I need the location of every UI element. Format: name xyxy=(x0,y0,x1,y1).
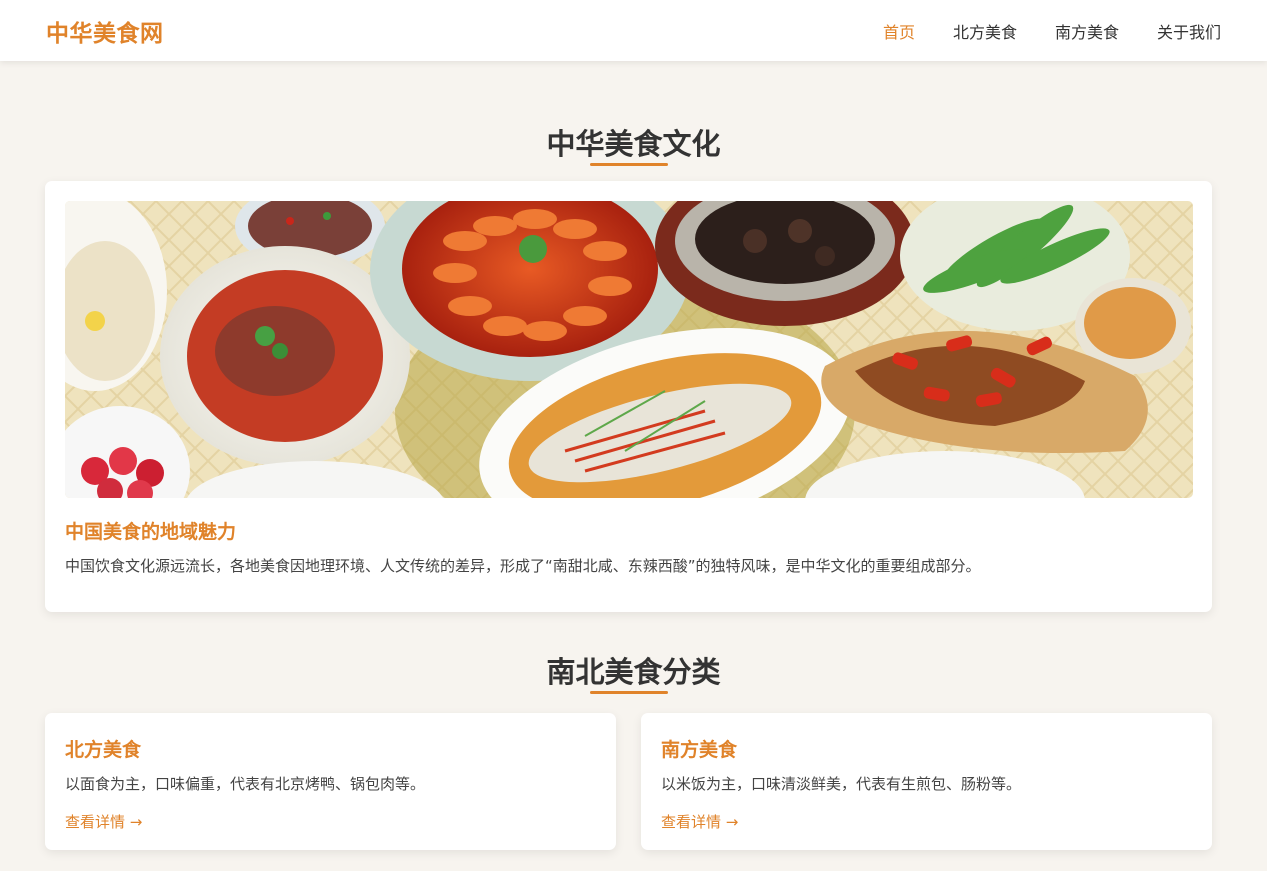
north-food-heading: 北方美食 xyxy=(65,739,142,761)
north-food-card: 北方美食 以面食为主，口味偏重，代表有北京烤鸭、锅包肉等。 查看详情 → xyxy=(45,713,616,850)
food-banner-image xyxy=(65,201,1193,498)
categories-section-title: 南北美食分类 xyxy=(546,655,721,689)
culture-title-underline xyxy=(590,163,668,166)
site-logo[interactable]: 中华美食网 xyxy=(46,14,164,48)
navbar: 中华美食网 首页 北方美食 南方美食 关于我们 xyxy=(0,0,1267,61)
culture-card-text: 中国饮食文化源远流长，各地美食因地理环境、人文传统的差异，形成了“南甜北咸、东辣… xyxy=(65,557,981,575)
nav-links: 首页 北方美食 南方美食 关于我们 xyxy=(845,19,1221,43)
north-food-text: 以面食为主，口味偏重，代表有北京烤鸭、锅包肉等。 xyxy=(65,775,426,793)
north-food-details-link[interactable]: 查看详情 → xyxy=(65,811,142,832)
culture-section-title: 中华美食文化 xyxy=(546,127,721,161)
food-banner-illustration xyxy=(65,201,1193,498)
nav-item-about[interactable]: 关于我们 xyxy=(1157,19,1221,43)
culture-card-heading: 中国美食的地域魅力 xyxy=(65,521,237,543)
culture-card: 中国美食的地域魅力 中国饮食文化源远流长，各地美食因地理环境、人文传统的差异，形… xyxy=(45,181,1212,612)
south-food-text: 以米饭为主，口味清淡鲜美，代表有生煎包、肠粉等。 xyxy=(661,775,1022,793)
nav-item-north-food[interactable]: 北方美食 xyxy=(953,19,1017,43)
south-food-card: 南方美食 以米饭为主，口味清淡鲜美，代表有生煎包、肠粉等。 查看详情 → xyxy=(641,713,1212,850)
categories-title-underline xyxy=(590,691,668,694)
south-food-details-link[interactable]: 查看详情 → xyxy=(661,811,738,832)
nav-item-south-food[interactable]: 南方美食 xyxy=(1055,19,1119,43)
nav-item-home[interactable]: 首页 xyxy=(883,19,915,43)
south-food-heading: 南方美食 xyxy=(661,739,738,761)
